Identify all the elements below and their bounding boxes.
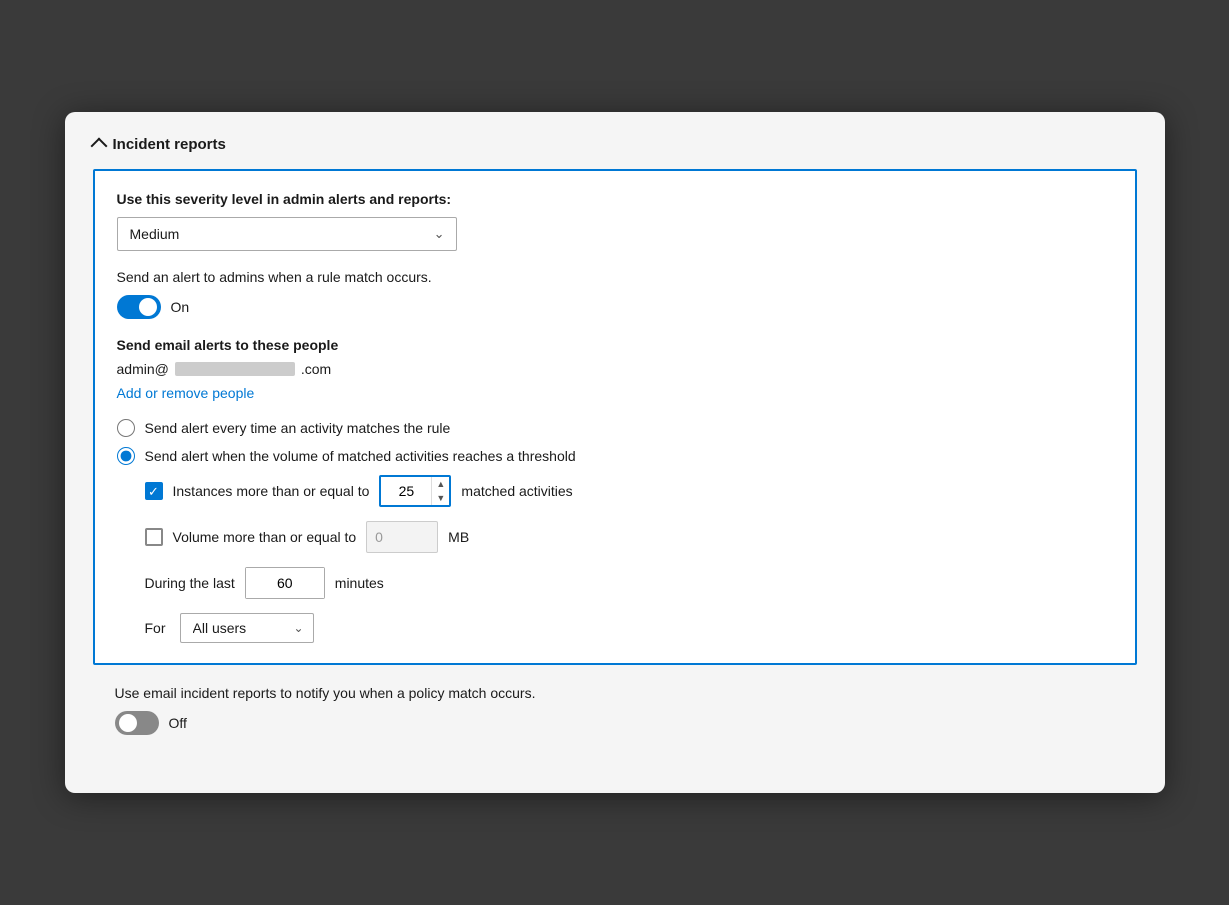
instances-input-wrapper: ▲ ▼ <box>379 475 451 507</box>
toggle-off-label: Off <box>169 715 187 731</box>
during-input[interactable] <box>246 568 324 598</box>
checkmark-icon: ✓ <box>148 485 159 498</box>
during-input-wrapper <box>245 567 325 599</box>
email-prefix: admin@ <box>117 361 169 377</box>
volume-row: Volume more than or equal to MB <box>145 521 1113 553</box>
section-title: Incident reports <box>113 136 226 153</box>
instances-row: ✓ Instances more than or equal to ▲ ▼ ma… <box>145 475 1113 507</box>
instances-input[interactable] <box>381 477 431 505</box>
for-select-wrapper: All users Specific users ⌄ <box>180 613 314 643</box>
toggle-on-label: On <box>171 299 190 315</box>
toggle-thumb-off <box>119 714 137 732</box>
instances-up-btn[interactable]: ▲ <box>432 477 449 491</box>
blue-bordered-section: Use this severity level in admin alerts … <box>93 169 1137 665</box>
toggle-track-on <box>117 295 161 319</box>
bottom-text: Use email incident reports to notify you… <box>115 685 1115 701</box>
threshold-section: ✓ Instances more than or equal to ▲ ▼ ma… <box>145 475 1113 643</box>
severity-select-wrapper: Low Medium High ⌄ <box>117 217 457 251</box>
volume-checkbox[interactable] <box>145 528 163 546</box>
radio-threshold-input[interactable] <box>117 447 135 465</box>
radio-threshold-row: Send alert when the volume of matched ac… <box>117 447 1113 465</box>
for-select[interactable]: All users Specific users <box>180 613 314 643</box>
volume-unit: MB <box>448 529 469 545</box>
instances-spinner: ▲ ▼ <box>431 477 449 505</box>
for-row: For All users Specific users ⌄ <box>145 613 1113 643</box>
email-section-title: Send email alerts to these people <box>117 337 1113 353</box>
toggle-thumb-on <box>139 298 157 316</box>
alert-rule-text: Send an alert to admins when a rule matc… <box>117 269 1113 285</box>
instances-label: Instances more than or equal to <box>173 483 370 499</box>
section-header: Incident reports <box>93 136 1137 153</box>
instances-checkbox[interactable]: ✓ <box>145 482 163 500</box>
off-toggle[interactable] <box>115 711 159 735</box>
add-remove-people-link[interactable]: Add or remove people <box>117 385 255 401</box>
alert-toggle-row: On <box>117 295 1113 319</box>
radio-every-label[interactable]: Send alert every time an activity matche… <box>145 420 451 436</box>
matched-activities-label: matched activities <box>461 483 572 499</box>
radio-threshold-label[interactable]: Send alert when the volume of matched ac… <box>145 448 576 464</box>
off-toggle-row: Off <box>115 711 1115 735</box>
chevron-up-icon <box>90 137 107 154</box>
instances-down-btn[interactable]: ▼ <box>432 491 449 505</box>
during-row: During the last minutes <box>145 567 1113 599</box>
alert-toggle[interactable] <box>117 295 161 319</box>
during-suffix: minutes <box>335 575 384 591</box>
email-row: admin@ .com <box>117 361 1113 377</box>
for-label: For <box>145 620 166 636</box>
radio-every-input[interactable] <box>117 419 135 437</box>
email-redacted <box>175 362 295 376</box>
volume-input-wrapper <box>366 521 438 553</box>
bottom-section: Use email incident reports to notify you… <box>93 665 1137 769</box>
outer-card: Incident reports Use this severity level… <box>65 112 1165 793</box>
volume-label: Volume more than or equal to <box>173 529 357 545</box>
severity-label: Use this severity level in admin alerts … <box>117 191 1113 207</box>
during-prefix: During the last <box>145 575 235 591</box>
email-suffix: .com <box>301 361 331 377</box>
severity-select[interactable]: Low Medium High <box>117 217 457 251</box>
volume-input <box>367 522 437 552</box>
radio-every-row: Send alert every time an activity matche… <box>117 419 1113 437</box>
toggle-track-off <box>115 711 159 735</box>
